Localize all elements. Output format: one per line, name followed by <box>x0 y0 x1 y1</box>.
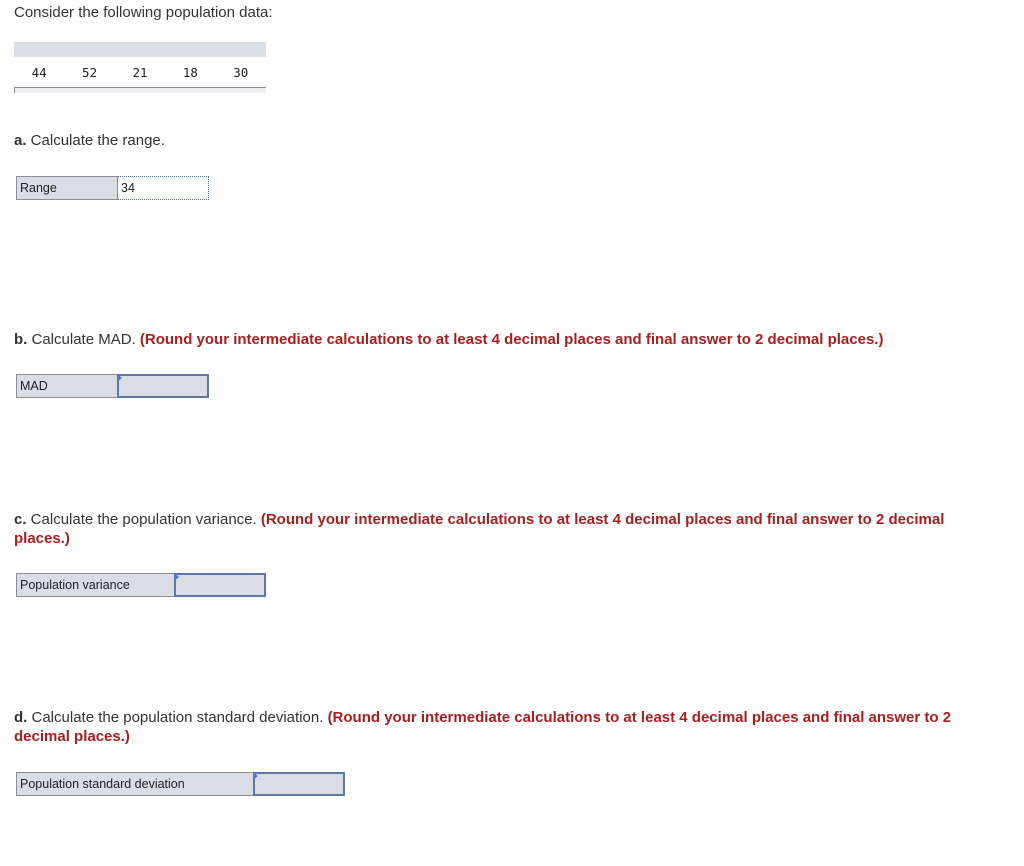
data-cell: 21 <box>132 64 148 80</box>
data-cell: 18 <box>182 64 198 80</box>
question-text: Calculate the population variance. <box>26 511 261 528</box>
intro-text: Consider the following population data: <box>14 4 273 21</box>
population-data-table: 44 52 21 18 30 <box>14 42 266 93</box>
data-cell: 44 <box>31 64 47 80</box>
std-dev-input[interactable] <box>253 772 345 796</box>
data-cell: 52 <box>82 64 98 80</box>
mad-label: MAD <box>16 374 117 398</box>
answer-row-std-dev: Population standard deviation <box>16 772 345 796</box>
table-footer <box>14 87 266 93</box>
question-text: Calculate the range. <box>26 132 165 149</box>
table-header <box>14 42 266 57</box>
question-a: a. Calculate the range. <box>14 131 974 150</box>
question-letter: c. <box>14 511 27 528</box>
mad-input[interactable] <box>117 374 209 398</box>
variance-input[interactable] <box>174 573 266 597</box>
range-label: Range <box>16 176 117 200</box>
variance-label: Population variance <box>16 573 174 597</box>
data-cell: 30 <box>233 64 249 80</box>
answer-row-range: Range <box>16 176 209 200</box>
range-input[interactable] <box>117 176 209 200</box>
input-marker-icon <box>253 772 258 780</box>
std-dev-label: Population standard deviation <box>16 772 253 796</box>
question-text: Calculate MAD. <box>27 331 140 348</box>
input-marker-icon <box>117 374 122 382</box>
input-marker-icon <box>174 573 179 581</box>
question-letter: d. <box>14 709 28 726</box>
question-letter: b. <box>14 331 28 348</box>
answer-row-variance: Population variance <box>16 573 266 597</box>
table-row: 44 52 21 18 30 <box>14 57 266 87</box>
question-d: d. Calculate the population standard dev… <box>14 708 974 746</box>
question-c: c. Calculate the population variance. (R… <box>14 510 974 548</box>
rounding-note: (Round your intermediate calculations to… <box>139 331 884 348</box>
question-letter: a. <box>14 132 27 149</box>
answer-row-mad: MAD <box>16 374 209 398</box>
question-b: b. Calculate MAD. (Round your intermedia… <box>14 330 974 349</box>
question-text: Calculate the population standard deviat… <box>27 709 328 726</box>
